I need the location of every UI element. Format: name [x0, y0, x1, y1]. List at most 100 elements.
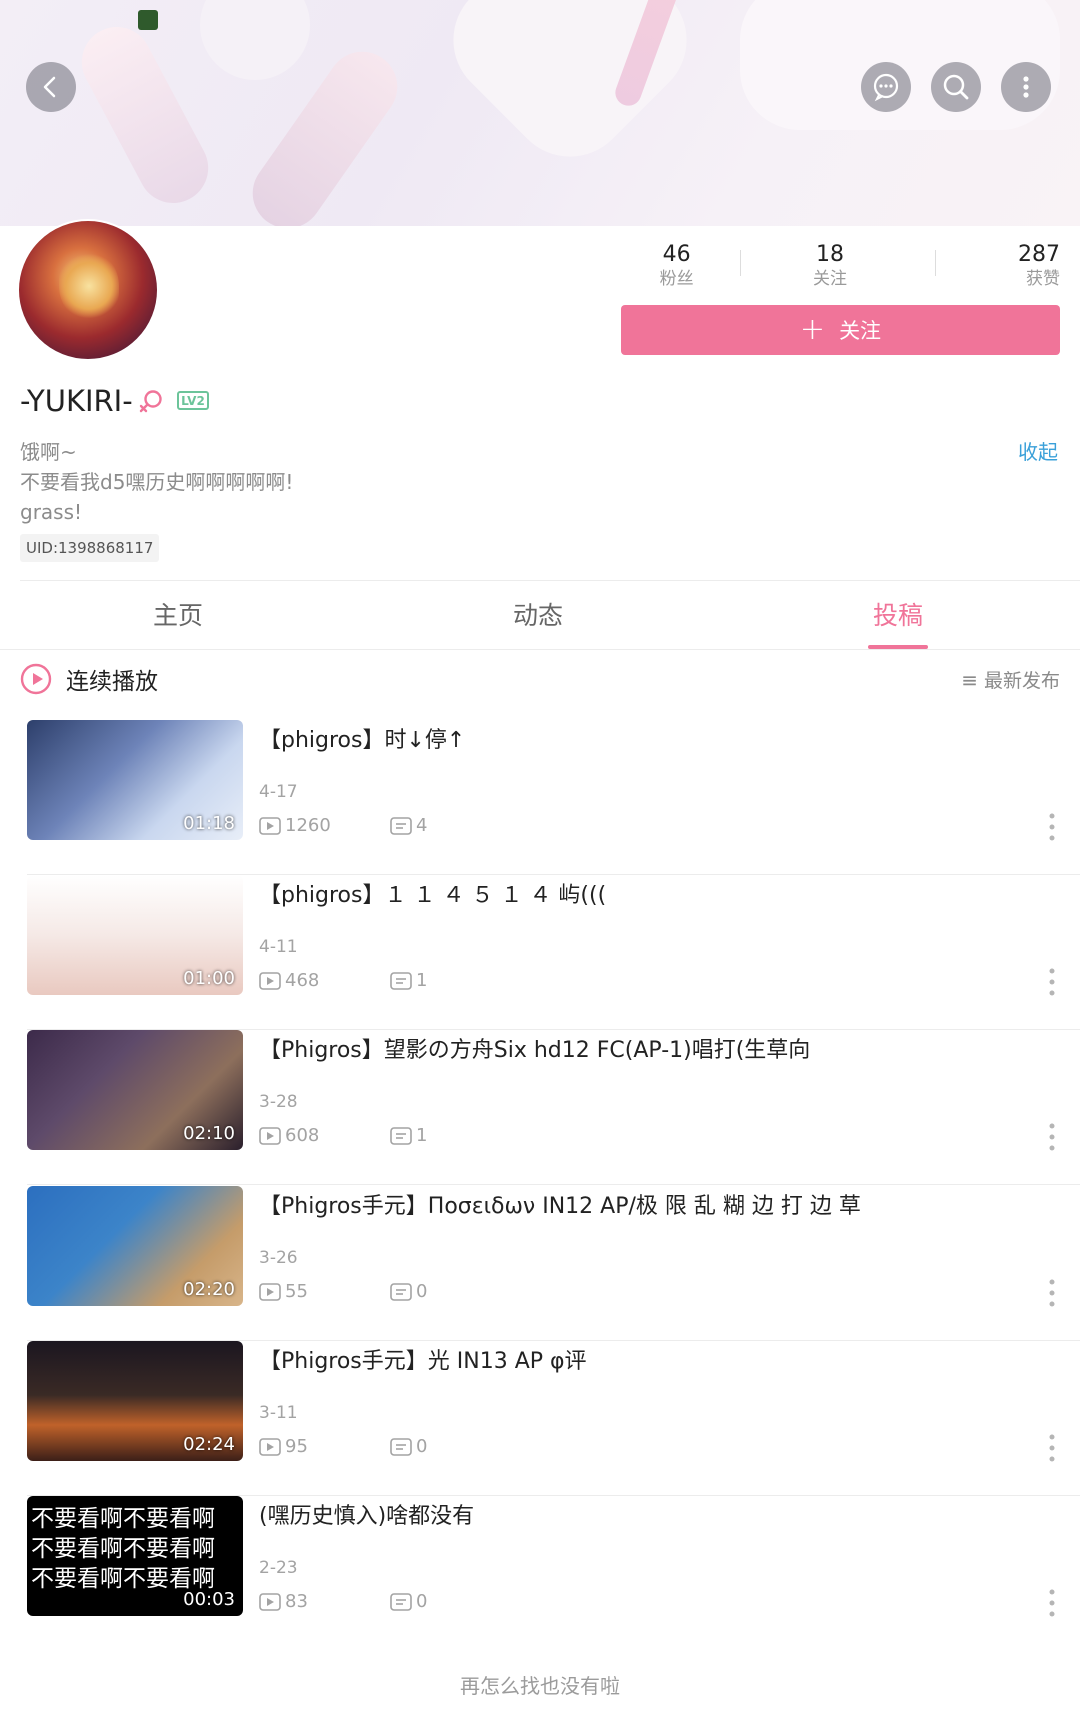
tab-posts[interactable]: 投稿: [838, 583, 958, 649]
comment-count: 4: [390, 815, 427, 836]
comment-count: 1: [390, 1125, 427, 1146]
section-divider: [20, 580, 1080, 581]
play-count: 55: [259, 1281, 308, 1302]
video-title[interactable]: 【Phigros手元】Ποσειδων IN12 AP/极 限 乱 糊 边 打 …: [259, 1188, 861, 1220]
collapse-link[interactable]: 收起: [1018, 436, 1058, 465]
video-duration: 01:00: [183, 968, 235, 989]
thumbnail-text-line: 不要看啊不要看啊: [31, 1506, 215, 1532]
danmaku-icon: [390, 1126, 412, 1145]
avatar[interactable]: [17, 219, 159, 361]
comment-count-value: 1: [416, 970, 428, 991]
video-thumbnail[interactable]: 02:10: [27, 1030, 243, 1150]
back-arrow-icon: [43, 76, 56, 98]
video-thumbnail[interactable]: 02:20: [27, 1186, 243, 1306]
video-thumbnail[interactable]: 01:18: [27, 720, 243, 840]
stat-value: 18: [815, 242, 844, 267]
stat-label: 获赞: [1025, 269, 1060, 289]
video-duration: 01:18: [183, 813, 235, 834]
more-options-icon[interactable]: [1048, 1122, 1056, 1152]
video-title[interactable]: 【phigros】１ １ ４ ５ １ ４ 屿(((: [259, 877, 606, 909]
play-count-value: 55: [285, 1281, 308, 1302]
username: -YUKIRI-: [20, 384, 133, 418]
more-vertical-icon: [1023, 76, 1029, 98]
video-title[interactable]: (嘿历史慎入)啥都没有: [259, 1498, 474, 1530]
play-count: 83: [259, 1591, 308, 1612]
level-badge: LV2: [177, 391, 209, 410]
search-button[interactable]: [931, 62, 981, 112]
end-of-list-note: 再怎么找也没有啦: [460, 1674, 620, 1698]
danmaku-icon: [390, 1437, 412, 1456]
signature: 饿啊~ 不要看我d5嘿历史啊啊啊啊啊! grass!: [20, 437, 293, 527]
comment-count: 0: [390, 1591, 427, 1612]
danmaku-icon: [390, 816, 412, 835]
play-count: 95: [259, 1436, 308, 1457]
video-thumbnail[interactable]: 02:24: [27, 1341, 243, 1461]
video-date: 3-28: [259, 1092, 298, 1112]
stat-value: 287: [1017, 242, 1060, 267]
list-icon: ≡: [961, 667, 978, 692]
status-bar-app-icon: [138, 10, 158, 30]
row-divider: [27, 1184, 1080, 1185]
play-count-icon: [259, 1592, 281, 1611]
video-duration: 02:10: [183, 1123, 235, 1144]
video-duration: 00:03: [183, 1589, 235, 1610]
video-item[interactable]: 01:18 【phigros】时↓停↑ 4-17 1260 4: [0, 720, 1080, 875]
chat-bubble-icon: [873, 73, 899, 102]
tab-home[interactable]: 主页: [118, 583, 238, 649]
comment-count-value: 4: [416, 815, 428, 836]
comment-count-value: 1: [416, 1125, 428, 1146]
stat-divider: [935, 250, 936, 276]
video-title[interactable]: 【phigros】时↓停↑: [259, 722, 465, 754]
stat-fans[interactable]: 46 粉丝: [600, 242, 753, 292]
play-circle-icon[interactable]: [20, 663, 52, 695]
follow-label: 关注: [839, 319, 882, 343]
back-button[interactable]: [26, 62, 76, 112]
more-options-icon[interactable]: [1048, 1433, 1056, 1463]
more-options-icon[interactable]: [1048, 1588, 1056, 1618]
danmaku-icon: [390, 1282, 412, 1301]
play-count: 468: [259, 970, 319, 991]
stat-divider: [740, 250, 741, 276]
video-item[interactable]: 01:00 【phigros】１ １ ４ ５ １ ４ 屿((( 4-11 468 1: [0, 875, 1080, 1030]
stat-likes: 287 获赞: [907, 242, 1070, 292]
play-count-value: 608: [285, 1125, 320, 1146]
play-count-icon: [259, 1437, 281, 1456]
play-count-icon: [259, 971, 281, 990]
uid-tag: UID:1398868117: [20, 534, 160, 562]
video-date: 3-26: [259, 1248, 298, 1268]
comment-count-value: 0: [416, 1436, 428, 1457]
more-options-icon[interactable]: [1048, 1278, 1056, 1308]
signature-line: grass!: [20, 500, 83, 524]
play-all-row: 连续播放 ≡ 最新发布: [0, 652, 1080, 704]
play-count-icon: [259, 1282, 281, 1301]
video-item[interactable]: 不要看啊不要看啊 不要看啊不要看啊 不要看啊不要看啊 00:03 (嘿历史慎入)啥都没有…: [0, 1496, 1080, 1651]
tabs-divider: [0, 649, 1080, 650]
message-button[interactable]: [861, 62, 911, 112]
video-date: 4-11: [259, 937, 298, 957]
video-date: 2-23: [259, 1558, 298, 1578]
video-date: 3-11: [259, 1403, 298, 1423]
video-title[interactable]: 【Phigros】望影の方舟Six hd12 FC(AP-1)唱打(生草向: [259, 1032, 810, 1064]
thumbnail-text: 不要看啊不要看啊 不要看啊不要看啊 不要看啊不要看啊: [31, 1504, 215, 1594]
more-button[interactable]: [1001, 62, 1051, 112]
play-all-button[interactable]: 连续播放: [66, 662, 158, 696]
video-title[interactable]: 【Phigros手元】光 IN13 AP φ评: [259, 1343, 587, 1375]
video-thumbnail[interactable]: 01:00: [27, 875, 243, 995]
profile-banner: [0, 0, 1080, 226]
danmaku-icon: [390, 1592, 412, 1611]
play-count-icon: [259, 1126, 281, 1145]
follow-button[interactable]: + 关注: [621, 305, 1060, 355]
video-thumbnail[interactable]: 不要看啊不要看啊 不要看啊不要看啊 不要看啊不要看啊 00:03: [27, 1496, 243, 1616]
video-item[interactable]: 02:20 【Phigros手元】Ποσειδων IN12 AP/极 限 乱 糊…: [0, 1186, 1080, 1341]
play-count: 1260: [259, 815, 331, 836]
video-item[interactable]: 02:10 【Phigros】望影の方舟Six hd12 FC(AP-1)唱打(生…: [0, 1030, 1080, 1185]
thumbnail-text-line: 不要看啊不要看啊: [31, 1536, 215, 1562]
more-options-icon[interactable]: [1048, 812, 1056, 842]
more-options-icon[interactable]: [1048, 967, 1056, 997]
stat-label: 关注: [812, 269, 847, 289]
sort-button[interactable]: ≡ 最新发布: [961, 666, 1060, 693]
stat-following[interactable]: 18 关注: [753, 242, 906, 292]
video-item[interactable]: 02:24 【Phigros手元】光 IN13 AP φ评 3-11 95 0: [0, 1341, 1080, 1496]
tab-dynamic[interactable]: 动态: [478, 583, 598, 649]
signature-line: 不要看我d5嘿历史啊啊啊啊啊!: [20, 470, 294, 494]
